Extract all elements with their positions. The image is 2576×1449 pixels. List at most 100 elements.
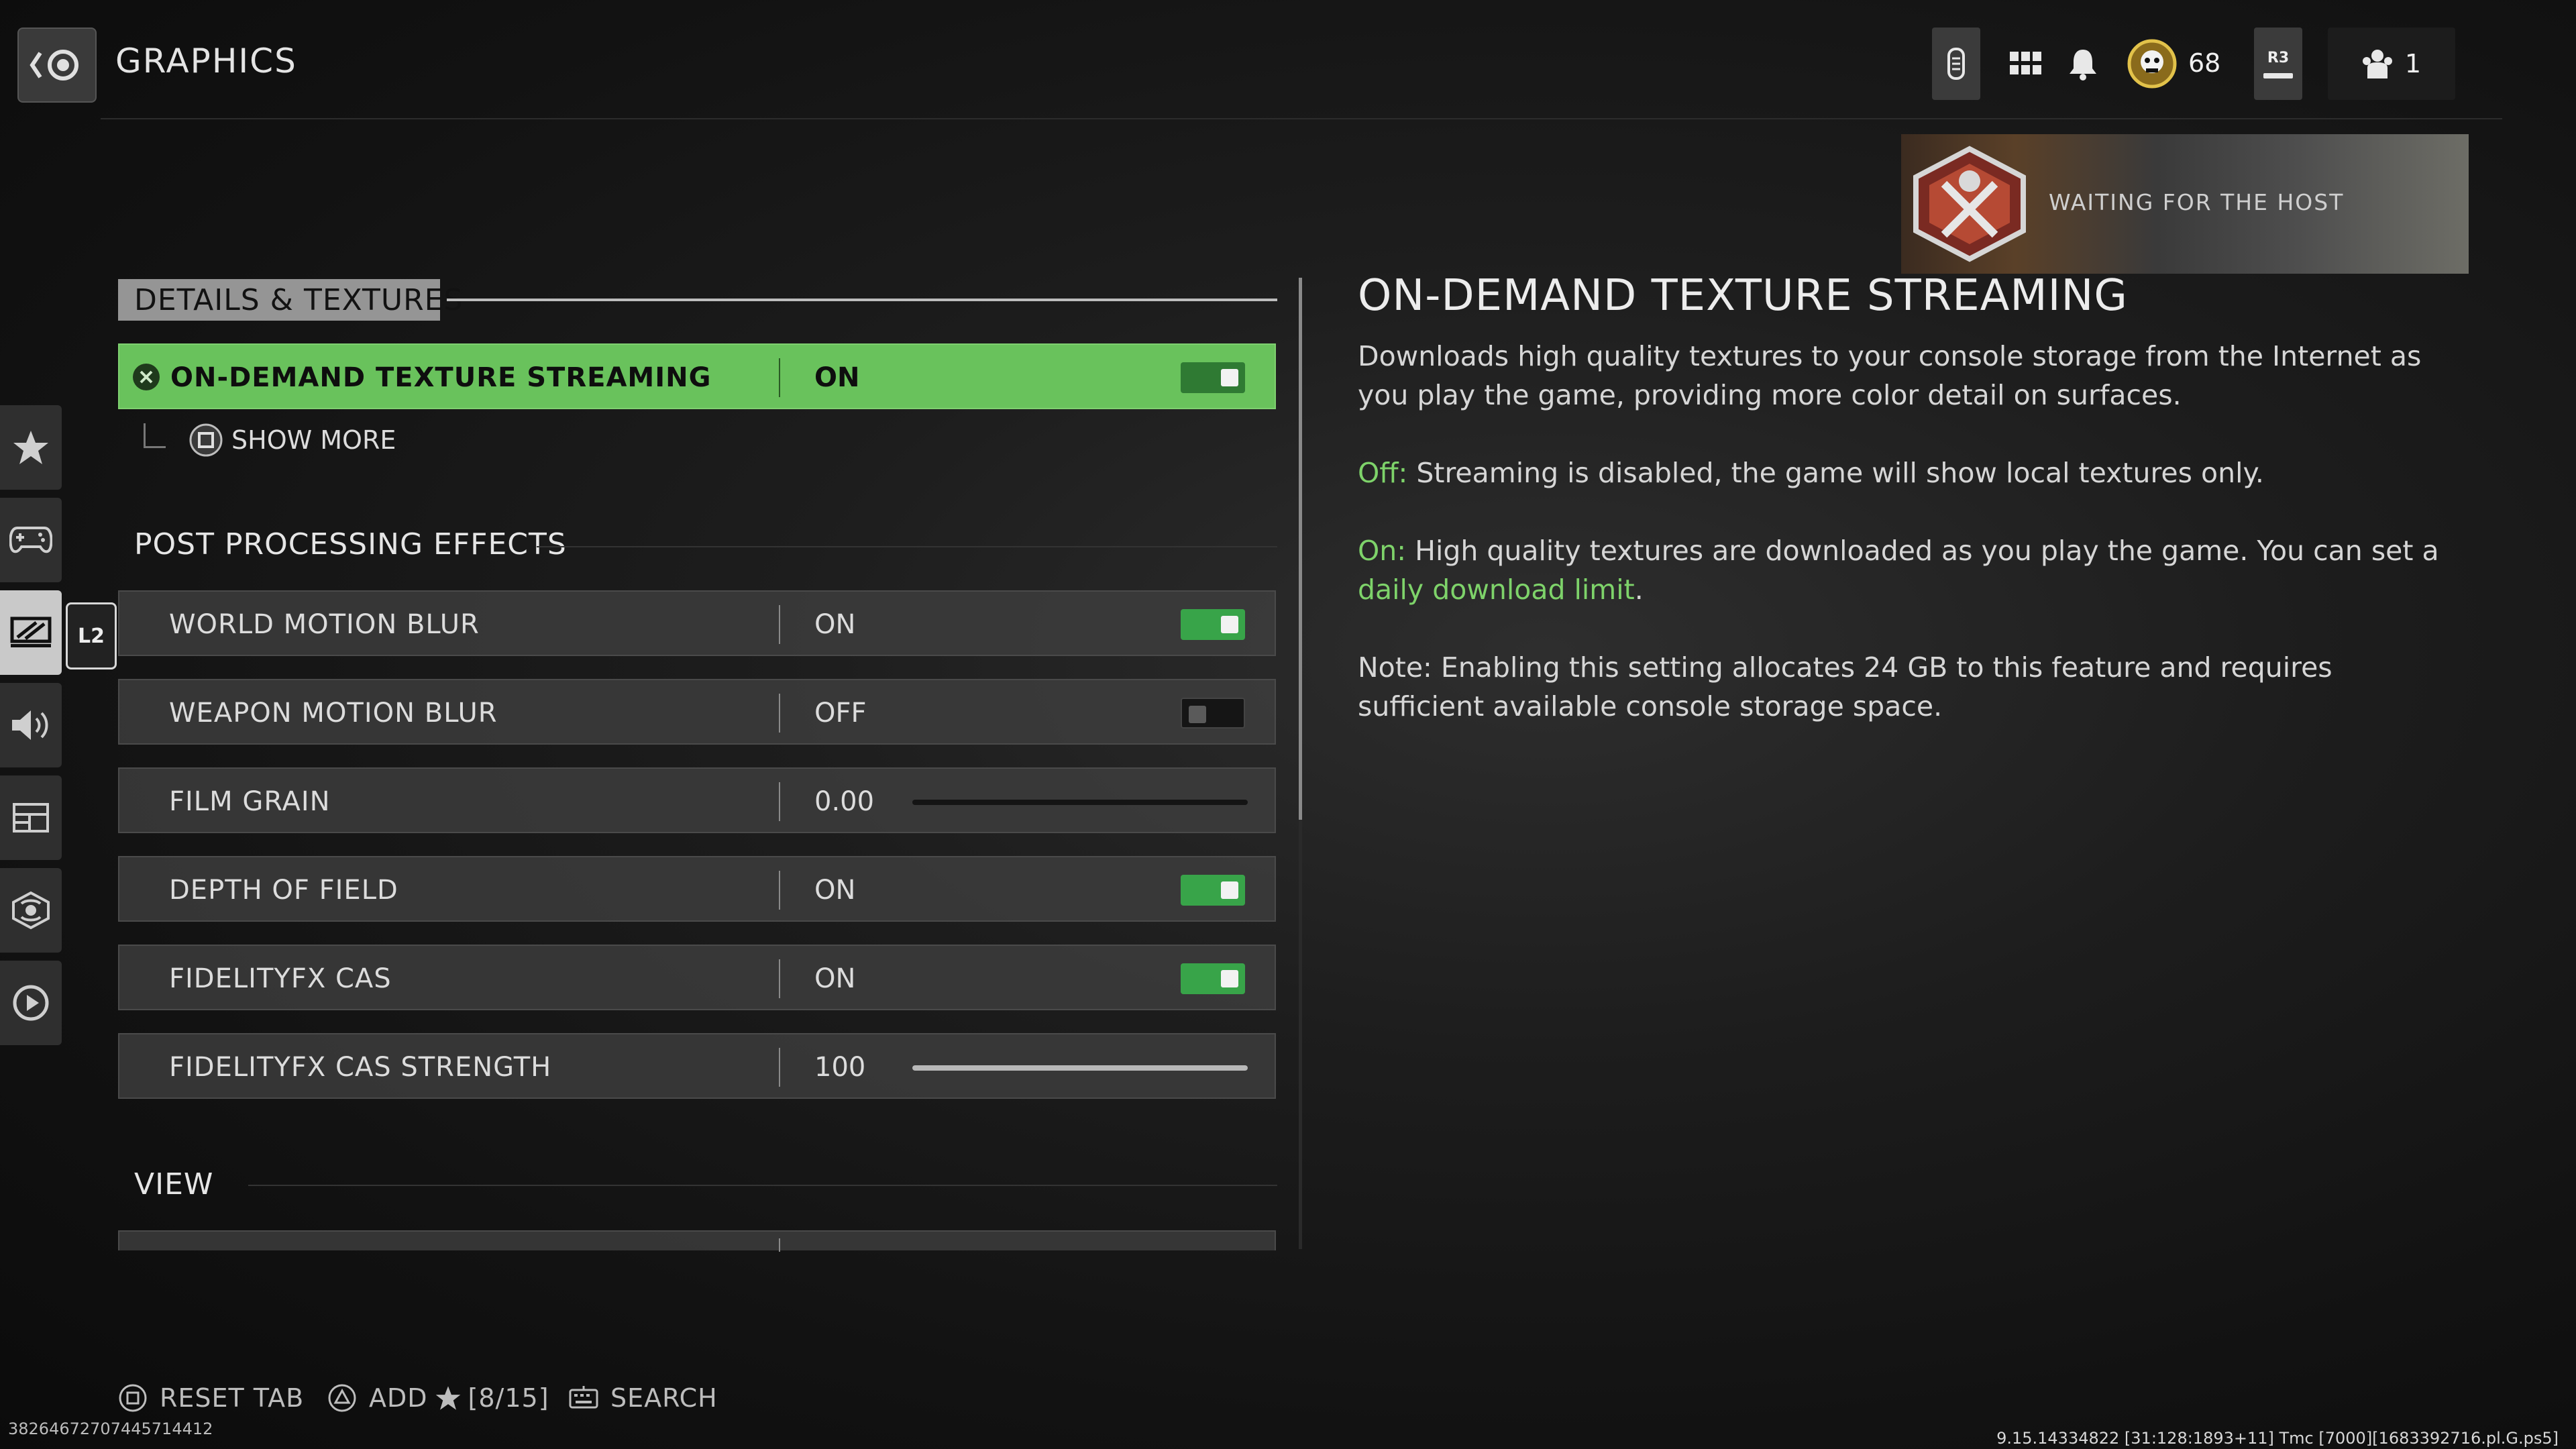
rail-audio[interactable]	[0, 683, 62, 767]
back-button[interactable]	[17, 28, 97, 103]
section-post-processing: POST PROCESSING EFFECTS	[134, 527, 567, 561]
star-icon	[435, 1386, 460, 1410]
setting-value: 0.00	[814, 786, 875, 817]
controller-icon	[9, 527, 52, 553]
reset-tab-label: RESET TAB	[160, 1383, 305, 1413]
section-divider	[447, 299, 1277, 301]
setting-divider	[779, 871, 780, 910]
search-label: SEARCH	[610, 1383, 718, 1413]
mic-button[interactable]	[1932, 28, 1980, 100]
slider-fill	[912, 1065, 1248, 1071]
setting-fidelityfx-cas[interactable]: FIDELITYFX CAS ON	[118, 945, 1276, 1010]
setting-label: DEPTH OF FIELD	[169, 875, 398, 906]
build-info: 9.15.14334822 [31:128:1893+11] Tmc [7000…	[1996, 1429, 2559, 1448]
setting-label: FIDELITYFX CAS STRENGTH	[169, 1052, 552, 1083]
calling-card-emblem-icon	[1913, 146, 2026, 262]
rail-controller[interactable]	[0, 498, 62, 582]
setting-value: ON	[814, 609, 856, 640]
r3-underline	[2263, 72, 2293, 78]
setting-divider	[779, 1048, 780, 1087]
toggle-knob	[1221, 970, 1238, 987]
rail-favorites[interactable]	[0, 405, 62, 490]
toggle-switch[interactable]	[1181, 963, 1245, 994]
setting-label: FILM GRAIN	[169, 786, 331, 817]
party-count: 1	[2404, 49, 2422, 78]
square-button-icon	[189, 423, 223, 457]
display-icon	[10, 616, 52, 647]
setting-depth-of-field[interactable]: DEPTH OF FIELD ON	[118, 856, 1276, 922]
page-title: GRAPHICS	[115, 42, 297, 80]
setting-label: WORLD MOTION BLUR	[169, 609, 480, 640]
r3-icon: R3	[2267, 49, 2290, 66]
toggle-knob	[1221, 616, 1238, 633]
party-icon	[2362, 50, 2392, 78]
lobby-status-text: WAITING FOR THE HOST	[2049, 189, 2345, 215]
setting-fidelityfx-cas-strength[interactable]: FIDELITYFX CAS STRENGTH 100	[118, 1033, 1276, 1099]
setting-world-motion-blur[interactable]: WORLD MOTION BLUR ON	[118, 590, 1276, 656]
add-favorite-button[interactable]: ADD [8/15]	[327, 1383, 549, 1413]
rail-interface[interactable]	[0, 775, 62, 860]
setting-label: WEAPON MOTION BLUR	[169, 698, 498, 729]
keyboard-icon	[569, 1386, 598, 1409]
rail-replay[interactable]	[0, 961, 62, 1045]
setting-divider	[779, 782, 780, 821]
apps-button[interactable]	[2002, 28, 2050, 100]
description-key: On:	[1358, 535, 1407, 567]
setting-on-demand-texture-streaming[interactable]: ON-DEMAND TEXTURE STREAMING ON	[118, 343, 1276, 409]
toggle-knob	[1221, 369, 1238, 386]
add-label: ADD	[369, 1383, 428, 1413]
party-button[interactable]: 1	[2328, 28, 2455, 100]
lobby-status-banner[interactable]: WAITING FOR THE HOST	[1901, 134, 2469, 274]
slider-track[interactable]	[912, 800, 1248, 805]
show-more-label: SHOW MORE	[231, 425, 396, 455]
description-off-paragraph: Off: Streaming is disabled, the game wil…	[1358, 453, 2465, 492]
setting-value: ON	[814, 875, 856, 906]
rail-graphics[interactable]	[0, 590, 62, 675]
tree-branch-line	[144, 423, 166, 448]
description-text-end: .	[1634, 574, 1644, 606]
toggle-switch[interactable]	[1181, 362, 1245, 393]
section-divider	[248, 1185, 1277, 1186]
setting-film-grain[interactable]: FILM GRAIN 0.00	[118, 767, 1276, 833]
setting-label: ON-DEMAND TEXTURE STREAMING	[170, 362, 712, 393]
header-divider	[101, 118, 2502, 119]
toggle-switch[interactable]	[1181, 875, 1245, 906]
replay-icon	[13, 985, 49, 1021]
description-text: High quality textures are downloaded as …	[1406, 535, 2439, 567]
rail-network[interactable]	[0, 868, 62, 953]
toggle-switch[interactable]	[1181, 609, 1245, 640]
star-icon	[13, 431, 48, 464]
player-level-badge[interactable]	[2124, 28, 2180, 100]
apps-grid-icon	[2010, 52, 2041, 74]
toggle-switch[interactable]	[1181, 698, 1245, 729]
interface-icon	[13, 803, 49, 833]
scrollbar-thumb[interactable]	[1299, 278, 1302, 820]
section-divider	[537, 546, 1277, 547]
setting-divider	[779, 1238, 780, 1252]
r3-button[interactable]: R3	[2254, 28, 2302, 100]
mic-icon	[1947, 48, 1965, 80]
setting-value: 100	[814, 1052, 866, 1083]
reset-tab-button[interactable]: RESET TAB	[118, 1383, 304, 1413]
toggle-knob	[1189, 706, 1206, 723]
network-icon	[12, 891, 50, 930]
setting-row-partially-visible[interactable]	[118, 1230, 1276, 1252]
description-text: Streaming is disabled, the game will sho…	[1407, 457, 2264, 489]
setting-label: FIDELITYFX CAS	[169, 963, 392, 994]
notifications-button[interactable]	[2059, 28, 2106, 100]
setting-weapon-motion-blur[interactable]: WEAPON MOTION BLUR OFF	[118, 679, 1276, 745]
triangle-button-icon	[328, 1384, 356, 1412]
speaker-icon	[12, 710, 48, 740]
description-title: ON-DEMAND TEXTURE STREAMING	[1358, 271, 2128, 321]
section-view: VIEW	[134, 1167, 214, 1201]
l2-button-hint: L2	[66, 602, 117, 669]
description-key: Off:	[1358, 457, 1408, 489]
setting-divider	[779, 694, 780, 733]
setting-value: OFF	[814, 698, 867, 729]
toggle-knob	[1221, 881, 1238, 899]
daily-download-limit-link[interactable]: daily download limit	[1358, 574, 1635, 606]
show-more-button[interactable]: SHOW MORE	[144, 423, 396, 458]
slider-track[interactable]	[912, 1065, 1248, 1071]
search-button[interactable]: SEARCH	[569, 1383, 718, 1413]
setting-divider	[779, 605, 780, 644]
